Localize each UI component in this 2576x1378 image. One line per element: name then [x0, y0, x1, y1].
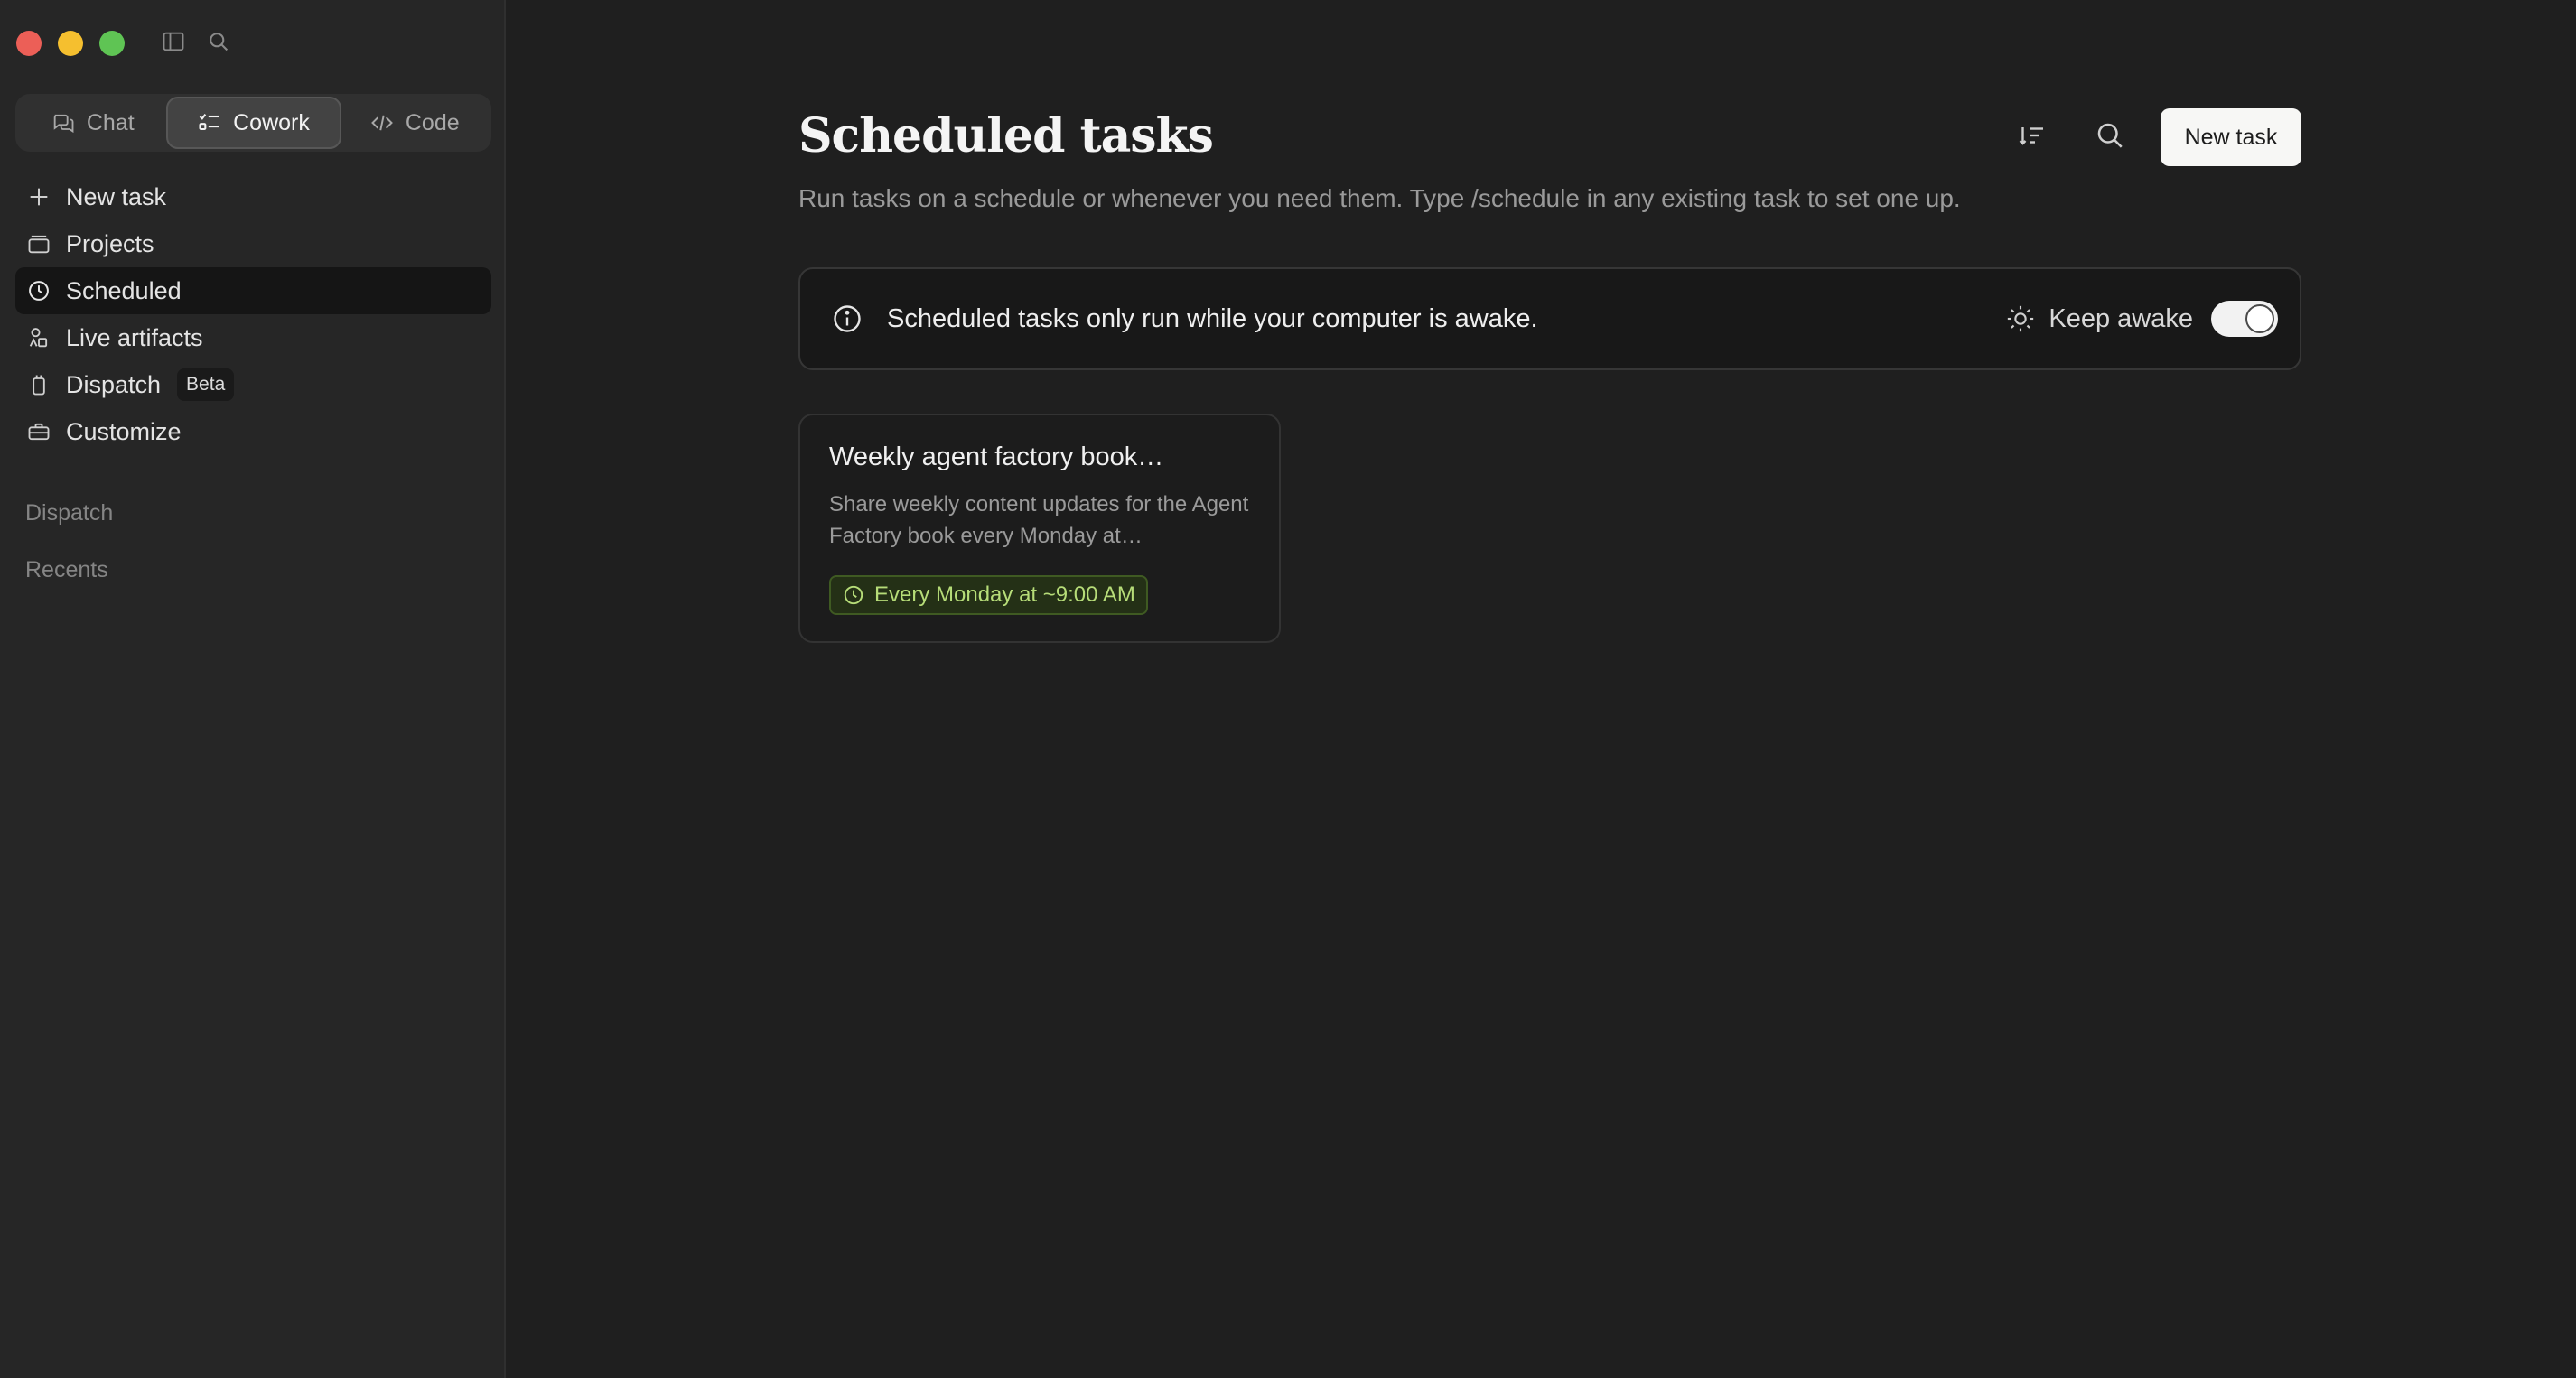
checklist-icon	[199, 114, 219, 131]
clock-icon	[844, 585, 863, 605]
scheduled-task-card[interactable]: Weekly agent factory book… Share weekly …	[798, 414, 1281, 643]
minimize-window-button[interactable]	[58, 31, 83, 56]
sidebar-toggle-icon[interactable]	[161, 29, 186, 59]
sidebar-section-recents[interactable]: Recents	[25, 557, 108, 583]
code-icon	[370, 115, 393, 131]
sidebar-item-customize[interactable]: Customize	[15, 408, 491, 455]
chat-bubbles-icon	[53, 114, 74, 134]
sidebar-item-new-task[interactable]: New task	[15, 173, 491, 220]
info-icon	[834, 305, 861, 332]
folder-icon	[28, 235, 50, 254]
main-content: Scheduled tasks Run tasks on a schedule …	[506, 0, 2576, 1378]
mode-tab-code[interactable]: Code	[341, 97, 489, 149]
mode-switcher: Chat Cowork Code	[15, 94, 491, 152]
briefcase-icon	[28, 423, 50, 441]
sidebar-item-label: Dispatch	[66, 370, 162, 398]
sidebar: Chat Cowork Code New task Projects Sched…	[0, 0, 506, 1378]
sidebar-item-label: Projects	[66, 229, 154, 257]
keep-awake-label: Keep awake	[2049, 303, 2193, 333]
sidebar-item-live-artifacts[interactable]: Live artifacts	[15, 314, 491, 361]
new-task-button[interactable]: New task	[2161, 108, 2301, 166]
schedule-badge: Every Monday at ~9:00 AM	[829, 575, 1148, 615]
sidebar-item-label: Customize	[66, 417, 182, 445]
banner-text: Scheduled tasks only run while your comp…	[887, 303, 1538, 333]
page-title: Scheduled tasks	[798, 108, 1214, 163]
sidebar-item-label: Live artifacts	[66, 323, 203, 351]
toggle-knob	[2245, 304, 2274, 333]
sidebar-section-dispatch[interactable]: Dispatch	[25, 500, 113, 526]
maximize-window-button[interactable]	[99, 31, 125, 56]
sidebar-item-dispatch[interactable]: Dispatch Beta	[15, 361, 491, 408]
clock-icon	[29, 281, 49, 301]
keep-awake-toggle[interactable]	[2211, 301, 2278, 337]
search-tasks-button[interactable]	[2092, 117, 2128, 154]
search-icon[interactable]	[206, 29, 231, 59]
awake-info-banner: Scheduled tasks only run while your comp…	[798, 267, 2301, 370]
shapes-icon	[29, 328, 48, 348]
mode-tab-chat[interactable]: Chat	[19, 97, 166, 149]
mode-tab-label: Cowork	[233, 109, 310, 135]
mode-tab-label: Code	[405, 109, 460, 135]
sun-icon	[2008, 305, 2034, 332]
sort-icon	[2019, 127, 2043, 145]
sidebar-item-label: New task	[66, 182, 167, 210]
sort-button[interactable]	[2014, 117, 2050, 154]
phone-icon	[33, 375, 45, 396]
plus-icon	[30, 188, 48, 206]
sidebar-item-scheduled[interactable]: Scheduled	[15, 267, 491, 314]
page-subtitle: Run tasks on a schedule or whenever you …	[798, 184, 1961, 212]
sidebar-item-projects[interactable]: Projects	[15, 220, 491, 267]
keep-awake-control: Keep awake	[2005, 301, 2278, 337]
sidebar-top-icons	[161, 29, 231, 59]
schedule-text: Every Monday at ~9:00 AM	[874, 582, 1135, 607]
search-icon	[2097, 123, 2123, 148]
task-title: Weekly agent factory book…	[829, 442, 1164, 471]
task-description: Share weekly content updates for the Age…	[829, 492, 1249, 548]
window-controls	[16, 31, 125, 56]
close-window-button[interactable]	[16, 31, 42, 56]
mode-tab-cowork[interactable]: Cowork	[165, 97, 341, 149]
sidebar-nav: New task Projects Scheduled Live artifac…	[15, 173, 491, 455]
mode-tab-label: Chat	[86, 109, 135, 135]
sidebar-item-label: Scheduled	[66, 276, 182, 304]
beta-badge: Beta	[177, 368, 235, 401]
